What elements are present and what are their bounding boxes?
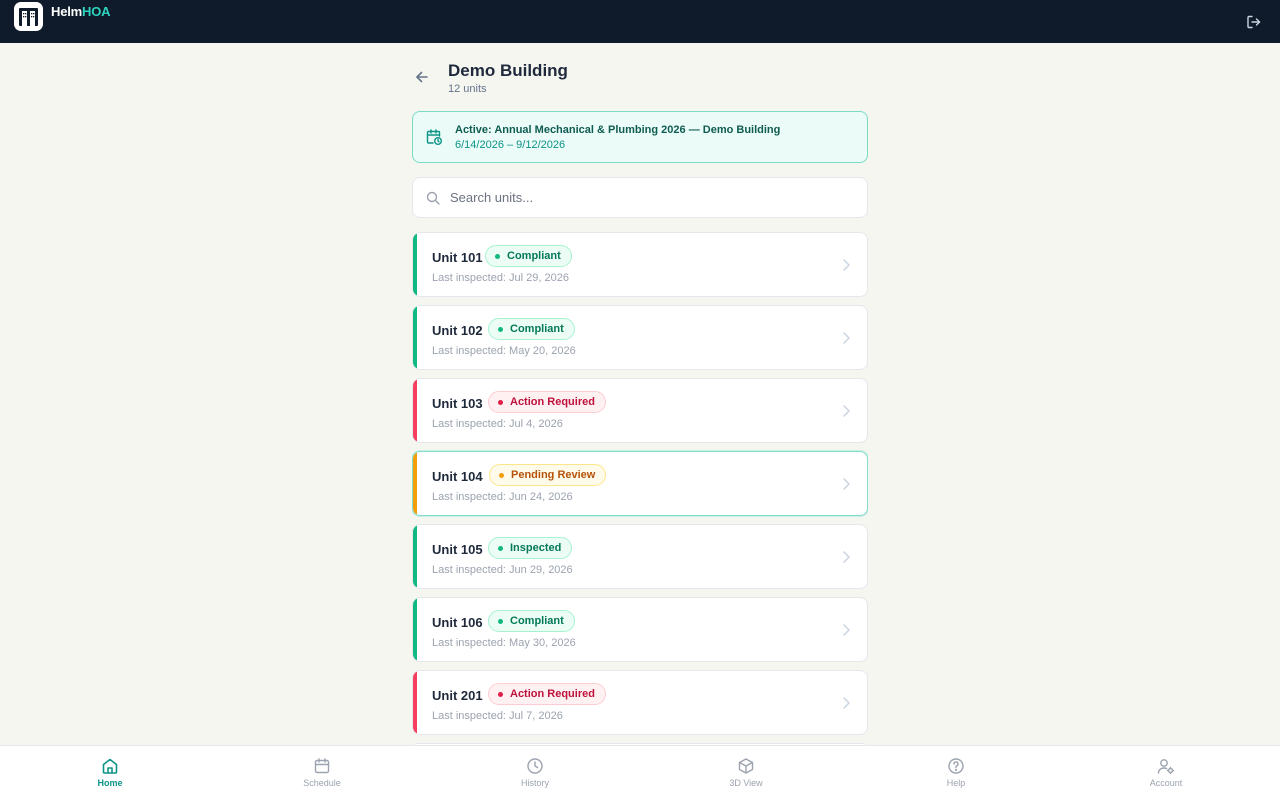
chevron-right-icon: [843, 551, 850, 563]
chevron-right-icon: [843, 624, 850, 636]
status-label: Action Required: [510, 688, 595, 700]
calendar-clock-icon: [425, 128, 443, 146]
nav-account[interactable]: Account: [1106, 746, 1226, 800]
nav-help[interactable]: Help: [896, 746, 1016, 800]
unit-row[interactable]: Unit 106 Compliant Last inspected: May 3…: [412, 597, 868, 662]
last-inspected: Last inspected: Jun 29, 2026: [432, 564, 573, 576]
status-badge: Action Required: [488, 391, 606, 413]
status-dot-icon: [498, 691, 503, 697]
last-inspected: Last inspected: Jun 24, 2026: [432, 491, 573, 503]
clock-icon: [525, 756, 545, 776]
home-icon: [100, 756, 120, 776]
status-dot-icon: [498, 399, 503, 405]
status-accent-bar: [413, 306, 417, 369]
status-label: Action Required: [510, 396, 595, 408]
unit-name: Unit 105: [432, 542, 483, 557]
nav-label: Account: [1149, 778, 1183, 788]
unit-name: Unit 104: [432, 469, 483, 484]
brand-accent: HOA: [82, 4, 111, 19]
status-dot-icon: [495, 253, 500, 259]
status-badge: Pending Review: [489, 464, 607, 486]
bottom-nav: Home Schedule History 3D View Help Accou…: [0, 745, 1280, 800]
unit-name: Unit 106: [432, 615, 483, 630]
chevron-right-icon: [843, 332, 850, 344]
status-accent-bar: [413, 452, 417, 515]
status-accent-bar: [413, 598, 417, 661]
unit-list: Unit 101 Compliant Last inspected: Jul 2…: [412, 232, 868, 745]
status-label: Compliant: [510, 323, 564, 335]
status-badge: Action Required: [488, 683, 606, 705]
nav-label: Help: [946, 778, 966, 788]
status-accent-bar: [413, 525, 417, 588]
chevron-right-icon: [843, 697, 850, 709]
unit-row[interactable]: Unit 103 Action Required Last inspected:…: [412, 378, 868, 443]
help-circle-icon: [946, 756, 966, 776]
top-bar: HelmHOA: [0, 0, 1280, 43]
status-dot-icon: [499, 472, 504, 478]
nav-schedule[interactable]: Schedule: [262, 746, 382, 800]
last-inspected: Last inspected: Jul 7, 2026: [432, 710, 563, 722]
nav-3d-view[interactable]: 3D View: [686, 746, 806, 800]
building-logo-icon: [14, 2, 43, 31]
brand-name: HelmHOA: [51, 2, 110, 19]
main-content: Demo Building 12 units Active: Annual Me…: [412, 43, 868, 745]
chevron-right-icon: [843, 405, 850, 417]
status-dot-icon: [498, 326, 503, 332]
status-accent-bar: [413, 233, 417, 296]
last-inspected: Last inspected: May 20, 2026: [432, 345, 576, 357]
search-icon: [426, 191, 440, 205]
active-inspection-banner: Active: Annual Mechanical & Plumbing 202…: [412, 111, 868, 163]
status-accent-bar: [413, 379, 417, 442]
logout-icon[interactable]: [1244, 12, 1264, 32]
banner-dates: 6/14/2026 – 9/12/2026: [455, 138, 566, 151]
cube-icon: [736, 756, 756, 776]
status-label: Compliant: [507, 250, 561, 262]
unit-count: 12 units: [448, 83, 487, 95]
unit-row[interactable]: Unit 102 Compliant Last inspected: May 2…: [412, 305, 868, 370]
unit-row[interactable]: Unit 105 Inspected Last inspected: Jun 2…: [412, 524, 868, 589]
nav-history[interactable]: History: [475, 746, 595, 800]
page-header: Demo Building 12 units: [412, 43, 868, 111]
last-inspected: Last inspected: May 30, 2026: [432, 637, 576, 649]
search-input[interactable]: [450, 190, 830, 205]
page-title: Demo Building: [448, 61, 568, 80]
brand[interactable]: HelmHOA: [14, 0, 110, 43]
calendar-icon: [312, 756, 332, 776]
last-inspected: Last inspected: Jul 4, 2026: [432, 418, 563, 430]
status-label: Pending Review: [511, 469, 596, 481]
unit-row[interactable]: Unit 201 Action Required Last inspected:…: [412, 670, 868, 735]
status-accent-bar: [413, 671, 417, 734]
user-gear-icon: [1156, 756, 1176, 776]
status-dot-icon: [498, 618, 503, 624]
nav-label: Schedule: [303, 778, 341, 788]
unit-row[interactable]: Unit 101 Compliant Last inspected: Jul 2…: [412, 232, 868, 297]
status-badge: Compliant: [488, 610, 575, 632]
status-label: Inspected: [510, 542, 562, 554]
search-box[interactable]: [412, 177, 868, 218]
unit-name: Unit 101: [432, 250, 483, 265]
chevron-right-icon: [843, 259, 850, 271]
nav-home[interactable]: Home: [50, 746, 170, 800]
nav-label: 3D View: [729, 778, 763, 788]
banner-title: Active: Annual Mechanical & Plumbing 202…: [455, 123, 781, 136]
status-label: Compliant: [510, 615, 564, 627]
status-badge: Compliant: [485, 245, 572, 267]
nav-label: History: [520, 778, 549, 788]
last-inspected: Last inspected: Jul 29, 2026: [432, 272, 569, 284]
unit-name: Unit 103: [432, 396, 483, 411]
status-badge: Compliant: [488, 318, 575, 340]
status-dot-icon: [498, 545, 503, 551]
unit-name: Unit 102: [432, 323, 483, 338]
unit-row[interactable]: Unit 104 Pending Review Last inspected: …: [412, 451, 868, 516]
brand-prefix: Helm: [51, 4, 82, 19]
unit-name: Unit 201: [432, 688, 483, 703]
nav-label: Home: [97, 778, 123, 788]
status-badge: Inspected: [488, 537, 573, 559]
back-arrow-icon[interactable]: [412, 67, 432, 87]
chevron-right-icon: [843, 478, 850, 490]
